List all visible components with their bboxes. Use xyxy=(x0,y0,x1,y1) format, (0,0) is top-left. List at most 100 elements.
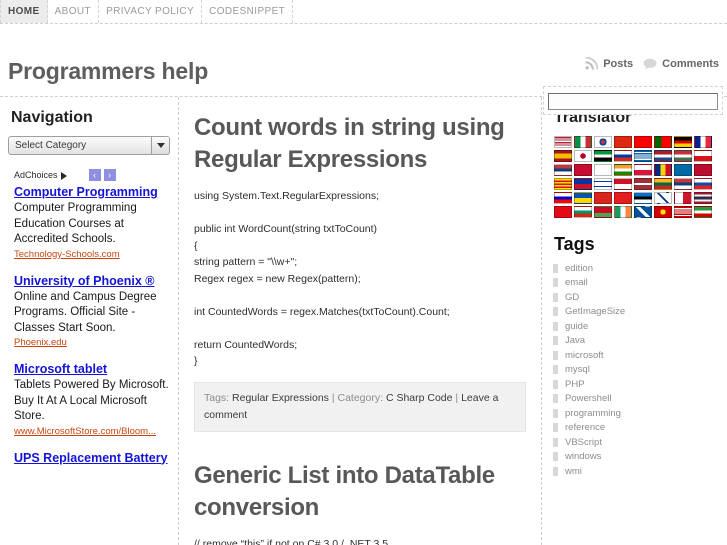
tag-label: wmi xyxy=(565,465,582,477)
ad-prev-button[interactable]: ‹ xyxy=(88,168,101,181)
tag-item[interactable]: guide xyxy=(553,319,721,334)
flag-slovenia-alt[interactable] xyxy=(674,178,692,190)
flag-poland[interactable] xyxy=(634,164,652,176)
ad-url-link[interactable]: www.MicrosoftStore.com/Bloom... xyxy=(14,426,170,437)
search-input[interactable] xyxy=(548,92,718,110)
flag-hungary[interactable] xyxy=(674,150,692,162)
tag-item[interactable]: mysql xyxy=(553,363,721,378)
flag-serbia[interactable] xyxy=(554,164,572,176)
nav-tab-privacy-policy[interactable]: PRIVACY POLICY xyxy=(99,0,203,23)
flag-iceland[interactable] xyxy=(634,206,652,218)
flag-sweden[interactable] xyxy=(674,164,692,176)
flag-turkey[interactable] xyxy=(554,206,572,218)
flag-india[interactable] xyxy=(614,164,632,176)
ad-url-link[interactable]: Technology-Schools.com xyxy=(14,249,170,260)
flag-russia[interactable] xyxy=(614,150,632,162)
flag-south-korea[interactable] xyxy=(594,136,612,148)
tag-item[interactable]: GetImageSize xyxy=(553,305,721,320)
flag-thailand[interactable] xyxy=(694,192,712,204)
ad-title-link[interactable]: UPS Replacement Battery xyxy=(14,451,170,466)
tag-item[interactable]: windows xyxy=(553,450,721,465)
tag-item[interactable]: reference xyxy=(553,421,721,436)
flag-slovakia[interactable] xyxy=(694,178,712,190)
flag-albania[interactable] xyxy=(614,192,632,204)
flag-israel[interactable] xyxy=(594,178,612,190)
flag-finland-cross[interactable] xyxy=(654,192,672,204)
nav-tab-about-label: ABOUT xyxy=(54,6,92,17)
post-category-value[interactable]: C Sharp Code xyxy=(386,392,453,404)
flag-romania[interactable] xyxy=(654,164,672,176)
flag-netherlands[interactable] xyxy=(654,150,672,162)
ad-title-link[interactable]: Computer Programming xyxy=(14,185,170,200)
flag-czech-republic[interactable] xyxy=(694,150,712,162)
search-box xyxy=(543,86,723,115)
speech-bubble-icon xyxy=(643,58,657,70)
chevron-down-icon[interactable] xyxy=(151,137,169,154)
nav-tab-codesnippet[interactable]: CODESNIPPET xyxy=(202,0,294,23)
flag-china[interactable] xyxy=(614,136,632,148)
flag-estonia[interactable] xyxy=(634,192,652,204)
posts-feed-link[interactable]: Posts xyxy=(585,56,633,70)
nav-tab-about[interactable]: ABOUT xyxy=(48,0,100,23)
flag-united-arab-emirates[interactable] xyxy=(594,150,612,162)
tag-item[interactable]: microsoft xyxy=(553,348,721,363)
flag-slovenia[interactable] xyxy=(554,192,572,204)
comments-feed-link[interactable]: Comments xyxy=(643,58,719,70)
ad-next-button[interactable]: › xyxy=(103,168,116,181)
tag-item[interactable]: wmi xyxy=(553,464,721,479)
flag-taiwan[interactable] xyxy=(634,136,652,148)
flag-portugal[interactable] xyxy=(654,136,672,148)
flag-iran[interactable] xyxy=(694,206,712,218)
tag-item[interactable]: GD xyxy=(553,290,721,305)
tag-item[interactable]: email xyxy=(553,276,721,291)
tag-item[interactable]: programming xyxy=(553,406,721,421)
flag-denmark[interactable] xyxy=(574,164,592,176)
tag-item[interactable]: edition xyxy=(553,261,721,276)
ad-item: University of Phoenix ® Online and Campu… xyxy=(14,274,170,349)
adchoices-label[interactable]: AdChoices xyxy=(14,170,58,180)
flag-united-states[interactable] xyxy=(554,136,572,148)
flag-france[interactable] xyxy=(694,136,712,148)
flag-belarus[interactable] xyxy=(594,206,612,218)
tag-bullet-icon xyxy=(553,408,558,418)
ad-title-link[interactable]: Microsoft tablet xyxy=(14,362,170,377)
post-category-label: Category: xyxy=(337,391,384,404)
flag-macedonia[interactable] xyxy=(654,206,672,218)
flag-vietnam[interactable] xyxy=(594,192,612,204)
flag-italy[interactable] xyxy=(574,136,592,148)
flag-ukraine[interactable] xyxy=(574,192,592,204)
nav-tab-home[interactable]: HOME xyxy=(0,0,48,23)
flag-lithuania[interactable] xyxy=(654,178,672,190)
post-title[interactable]: Count words in string using Regular Expr… xyxy=(194,112,526,176)
ad-url-link[interactable]: Phoenix.edu xyxy=(14,337,170,348)
ad-title-link[interactable]: University of Phoenix ® xyxy=(14,274,170,289)
sidebar-right: Translator Tags edition email GD GetImageSi… xyxy=(542,97,727,545)
tag-item[interactable]: Powershell xyxy=(553,392,721,407)
flag-malta[interactable] xyxy=(674,192,692,204)
flag-ireland[interactable] xyxy=(614,206,632,218)
tag-label: GetImageSize xyxy=(565,306,626,318)
tag-bullet-icon xyxy=(553,394,558,404)
tag-item[interactable]: Java xyxy=(553,334,721,349)
flag-greece[interactable] xyxy=(634,150,652,162)
flag-bulgaria[interactable] xyxy=(574,206,592,218)
tag-item[interactable]: PHP xyxy=(553,377,721,392)
navigation-widget-title: Navigation xyxy=(11,109,93,126)
post-tags-label: Tags: xyxy=(204,391,230,404)
category-select[interactable]: Select Category xyxy=(8,136,170,155)
tag-item[interactable]: VBScript xyxy=(553,435,721,450)
flag-spain[interactable] xyxy=(554,150,572,162)
post-title[interactable]: Generic List into DataTable conversion xyxy=(194,460,526,524)
flag-catalan[interactable] xyxy=(554,178,572,190)
flag-japan[interactable] xyxy=(574,150,592,162)
flag-malaysia[interactable] xyxy=(674,206,692,218)
flag-latvia[interactable] xyxy=(634,178,652,190)
tag-label: programming xyxy=(565,407,621,419)
flag-indonesia[interactable] xyxy=(614,178,632,190)
ad-body: Computer Programming Education Courses a… xyxy=(14,202,137,245)
post-tags-value[interactable]: Regular Expressions xyxy=(232,392,329,404)
flag-germany[interactable] xyxy=(674,136,692,148)
flag-finland[interactable] xyxy=(594,164,612,176)
flag-norway[interactable] xyxy=(694,164,712,176)
flag-philippines[interactable] xyxy=(574,178,592,190)
